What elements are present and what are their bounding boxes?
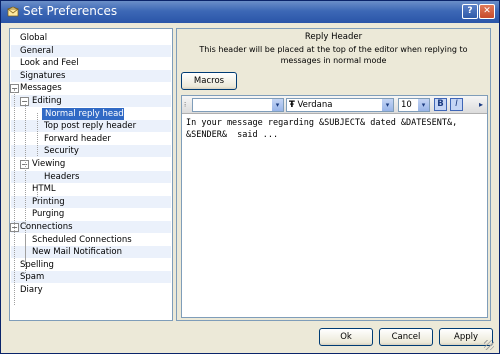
preferences-window: Set Preferences ? ✕ Global General Look an…	[0, 0, 500, 354]
tree-item[interactable]: Forward header	[44, 133, 111, 145]
cancel-button[interactable]: Cancel	[379, 328, 433, 346]
tree-item-label: Headers	[44, 171, 80, 182]
font-name: Verdana	[297, 100, 333, 110]
resize-grip[interactable]	[484, 340, 494, 350]
tree-item[interactable]: Normal reply header	[42, 107, 132, 120]
settings-panel: Reply Header This header will be placed …	[176, 28, 491, 321]
tree-item[interactable]: Editing	[32, 95, 62, 107]
tree-item-label: HTML	[32, 184, 56, 195]
close-button[interactable]: ✕	[479, 4, 495, 19]
tree-item-label: Diary	[20, 285, 43, 295]
italic-button[interactable]: I	[450, 98, 463, 111]
help-button[interactable]: ?	[462, 4, 478, 19]
tree-guide-line	[37, 190, 38, 197]
tree-item[interactable]: Viewing	[32, 158, 65, 170]
envelope-app-icon	[7, 6, 19, 17]
tree-item-label: New Mail Notification	[32, 247, 122, 258]
dialog-body: Global General Look and Feel Signatures Mess…	[5, 25, 495, 351]
header-editor[interactable]: ⁝ ▾ Ŧ Verdana ▾ 10 ▾ B I ▸ In your messa…	[181, 95, 488, 318]
chevron-down-icon[interactable]: ▾	[382, 99, 393, 111]
format-toolbar: ⁝ ▾ Ŧ Verdana ▾ 10 ▾ B I ▸	[182, 96, 487, 114]
tree-item[interactable]: HTML	[32, 183, 56, 195]
tree-item[interactable]: Spam	[20, 271, 44, 283]
tree-item-label: Connections	[20, 222, 73, 232]
title-bar[interactable]: Set Preferences ? ✕	[1, 1, 499, 23]
tree-item-label: Spam	[20, 272, 45, 283]
tree-item-label: Scheduled Connections	[32, 234, 132, 245]
ok-button[interactable]: Ok	[319, 328, 373, 346]
tree-item-label: Purging	[32, 209, 65, 220]
tree-item[interactable]: Headers	[44, 171, 79, 183]
chevron-down-icon[interactable]: ▾	[418, 99, 429, 111]
tree-item[interactable]: New Mail Notification	[32, 246, 122, 258]
font-size-select[interactable]: 10 ▾	[398, 98, 430, 112]
tree-item[interactable]: Look and Feel	[20, 57, 79, 69]
tree-item-label: Viewing	[32, 159, 66, 169]
font-select[interactable]: Ŧ Verdana ▾	[286, 98, 394, 112]
macros-button[interactable]: Macros	[181, 72, 237, 90]
bold-button[interactable]: B	[434, 98, 447, 111]
toolbar-grip-icon[interactable]: ⁝	[184, 99, 190, 111]
tree-item[interactable]: Diary	[20, 284, 43, 296]
apply-button-label: Apply	[454, 332, 478, 342]
macros-button-label: Macros	[193, 76, 225, 86]
window-title: Set Preferences	[23, 4, 118, 18]
tree-item-label: Top post reply header	[44, 121, 137, 132]
panel-title: Reply Header	[304, 32, 363, 42]
tree-item-label: Global	[20, 33, 48, 43]
tree-item[interactable]: Global	[20, 32, 47, 44]
tree-item-label: Look and Feel	[20, 58, 79, 69]
tree-item[interactable]: Printing	[32, 196, 65, 208]
truetype-icon: Ŧ	[289, 100, 295, 110]
tree-guide-line	[37, 113, 38, 156]
tree-item[interactable]: Scheduled Connections	[32, 234, 132, 246]
tree-item[interactable]: Connections	[20, 221, 73, 233]
tree-item-label: Security	[44, 146, 79, 157]
tree-item[interactable]: Purging	[32, 208, 64, 220]
tree-item-label: Normal reply header	[45, 108, 133, 119]
tree-guide-line	[14, 89, 15, 305]
tree-item[interactable]: Security	[44, 145, 79, 157]
tree-item[interactable]: Top post reply header	[44, 120, 136, 132]
ok-button-label: Ok	[340, 332, 352, 342]
tree-item-label: Printing	[32, 196, 65, 207]
tree-item-label: Signatures	[20, 70, 66, 81]
chevron-down-icon[interactable]: ▾	[272, 99, 283, 111]
preferences-tree[interactable]: Global General Look and Feel Signatures Mess…	[9, 28, 173, 321]
tree-row-stripe	[11, 145, 171, 158]
tree-guide-line	[25, 234, 26, 264]
tree-item[interactable]: Signatures	[20, 70, 65, 82]
font-select-value: Ŧ Verdana	[289, 99, 332, 111]
toolbar-overflow-icon[interactable]: ▸	[479, 99, 487, 111]
style-select[interactable]: ▾	[192, 98, 284, 112]
tree-item-label: Messages	[20, 83, 62, 94]
tree-row-stripe	[11, 170, 171, 183]
panel-description: This header will be placed at the top of…	[199, 45, 468, 65]
tree-item-label: General	[20, 45, 54, 56]
tree-item[interactable]: Messages	[20, 82, 62, 94]
header-template-text[interactable]: In your message regarding &SUBJECT& date…	[186, 117, 482, 141]
tree-item[interactable]: General	[20, 45, 54, 57]
tree-item-label: Editing	[32, 96, 62, 106]
tree-item-label: Forward header	[44, 133, 111, 144]
font-size-value: 10	[401, 100, 412, 110]
cancel-button-label: Cancel	[391, 332, 421, 342]
